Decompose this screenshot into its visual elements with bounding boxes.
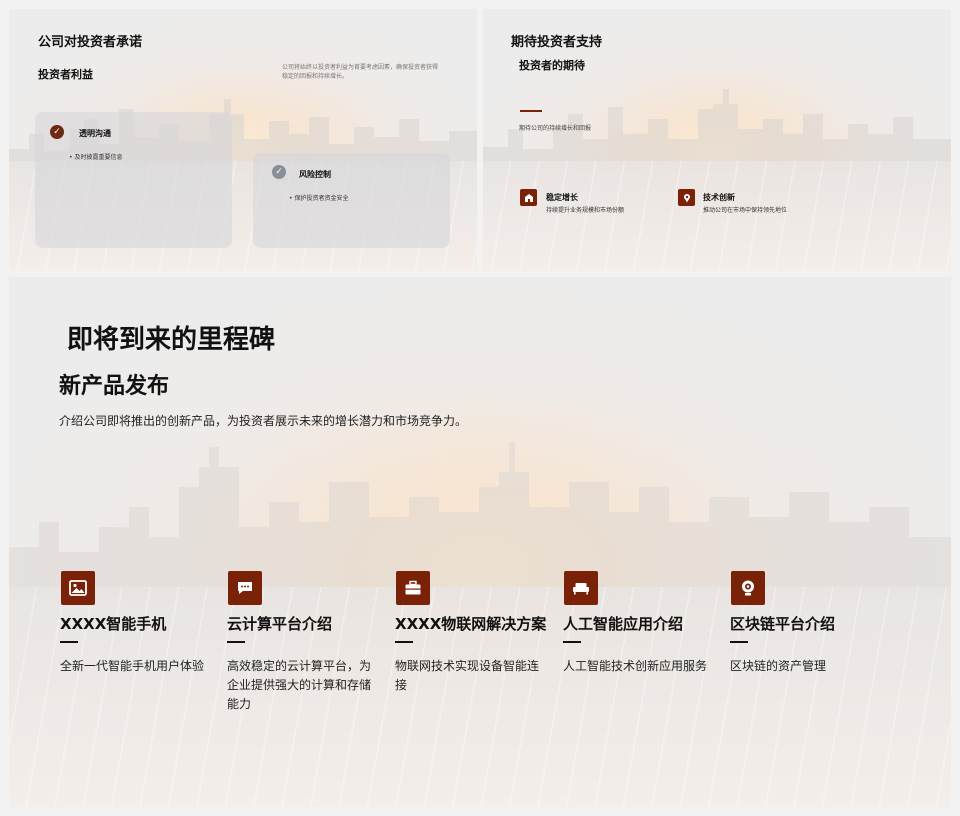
feature-divider	[563, 641, 581, 643]
feature-divider	[730, 641, 748, 643]
feature-title: XXXX物联网解决方案	[395, 615, 547, 633]
item-desc: 推动公司在市场中保持领先地位	[703, 207, 788, 214]
feature-desc: 人工智能技术创新应用服务	[563, 659, 708, 673]
section-title: 新产品发布	[59, 374, 170, 399]
feature-divider	[227, 641, 245, 643]
road-background	[483, 161, 951, 271]
slide-title: 期待投资者支持	[511, 35, 603, 50]
pin-icon	[678, 189, 695, 206]
feature-title: 人工智能应用介绍	[563, 615, 684, 633]
slide-description: 期待公司的持续增长和回报	[519, 125, 592, 132]
briefcase-icon	[396, 571, 430, 605]
feature-divider	[395, 641, 413, 643]
webcam-icon	[731, 571, 765, 605]
slide-title: 即将到来的里程碑	[67, 325, 276, 355]
card-bullet: • 保护投资者资金安全	[289, 195, 349, 202]
chat-icon	[228, 571, 262, 605]
slide-description: 公司将始终以投资者利益为首要考虑因素，确保投资者获得稳定的回报和持续增长。	[282, 64, 439, 80]
feature-desc: 物联网技术实现设备智能连接	[395, 659, 540, 692]
check-circle-icon: ✓	[272, 165, 286, 179]
slide-investor-support[interactable]: 期待投资者支持 投资者的期待 期待公司的持续增长和回报 稳定增长 持续提升业务规…	[483, 9, 951, 271]
feature-title: 云计算平台介绍	[227, 615, 333, 633]
feature-desc: 高效稳定的云计算平台，为企业提供强大的计算和存储能力	[227, 659, 372, 711]
card-title: 透明沟通	[79, 129, 111, 138]
sofa-icon	[564, 571, 598, 605]
feature-desc: 全新一代智能手机用户体验	[60, 659, 205, 673]
slide-subtitle: 投资者的期待	[519, 59, 585, 72]
section-intro: 介绍公司即将推出的创新产品，为投资者展示未来的增长潜力和市场竞争力。	[59, 414, 468, 428]
card-bullet: • 及时披露重要信息	[69, 154, 123, 161]
accent-divider	[520, 110, 542, 112]
slide-subtitle: 投资者利益	[38, 68, 93, 81]
feature-title: XXXX智能手机	[60, 615, 167, 633]
card-title: 风险控制	[299, 170, 331, 179]
feature-title: 区块链平台介绍	[730, 615, 836, 633]
slide-title: 公司对投资者承诺	[38, 35, 143, 50]
building-icon	[520, 189, 537, 206]
feature-desc: 区块链的资产管理	[730, 659, 827, 673]
item-title: 稳定增长	[546, 193, 578, 202]
card-transparent-communication[interactable]: ✓ 透明沟通 • 及时披露重要信息	[35, 112, 232, 248]
city-skyline-background	[9, 442, 951, 597]
item-desc: 持续提升业务规模和市场份额	[546, 207, 625, 214]
slide-investor-commitment[interactable]: 公司对投资者承诺 投资者利益 公司将始终以投资者利益为首要考虑因素，确保投资者获…	[9, 9, 477, 271]
slide-upcoming-milestones[interactable]: 即将到来的里程碑 新产品发布 介绍公司即将推出的创新产品，为投资者展示未来的增长…	[9, 277, 951, 807]
image-icon	[61, 571, 95, 605]
card-risk-control[interactable]: ✓ 风险控制 • 保护投资者资金安全	[253, 153, 450, 248]
feature-divider	[60, 641, 78, 643]
item-title: 技术创新	[703, 193, 735, 202]
check-circle-icon: ✓	[50, 125, 64, 139]
